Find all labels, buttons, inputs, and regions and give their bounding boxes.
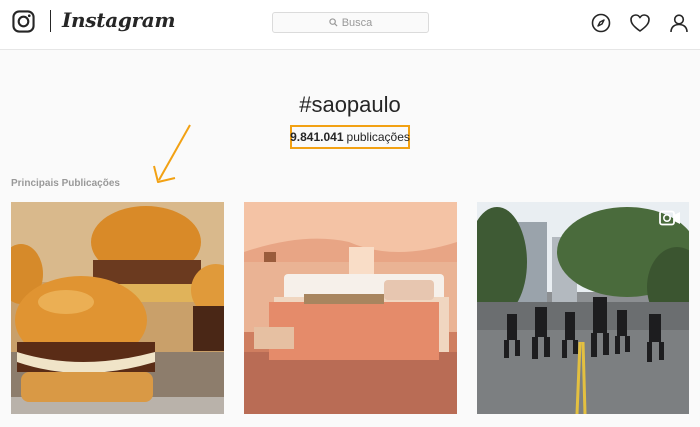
compass-icon[interactable] [590,12,612,34]
section-title: Principais Publicações [11,178,120,189]
publication-count-label: publicações [346,130,410,144]
logo-divider [50,10,51,32]
post-tile-bedroom[interactable] [244,202,457,414]
bedroom-tent-photo [244,202,457,414]
instagram-camera-icon[interactable] [12,10,35,33]
instagram-wordmark[interactable]: Instagram [62,8,176,32]
search-icon [329,18,338,27]
top-bar: Instagram Busca [0,0,700,50]
video-camera-icon [659,210,680,226]
annotation-arrow-icon [153,124,191,183]
street-dancers-video [477,202,689,414]
search-placeholder: Busca [341,16,373,29]
burgers-photo [11,202,224,414]
hashtag-title: #saopaulo [299,92,401,117]
user-icon[interactable] [668,12,690,34]
publication-count-number: 9.841.041 [290,130,344,144]
post-tile-burgers[interactable] [11,202,224,414]
publication-count: 9.841.041 publicações [290,125,410,149]
heart-icon[interactable] [629,12,651,34]
search-input[interactable]: Busca [272,12,429,33]
post-tile-dancers[interactable] [477,202,689,414]
